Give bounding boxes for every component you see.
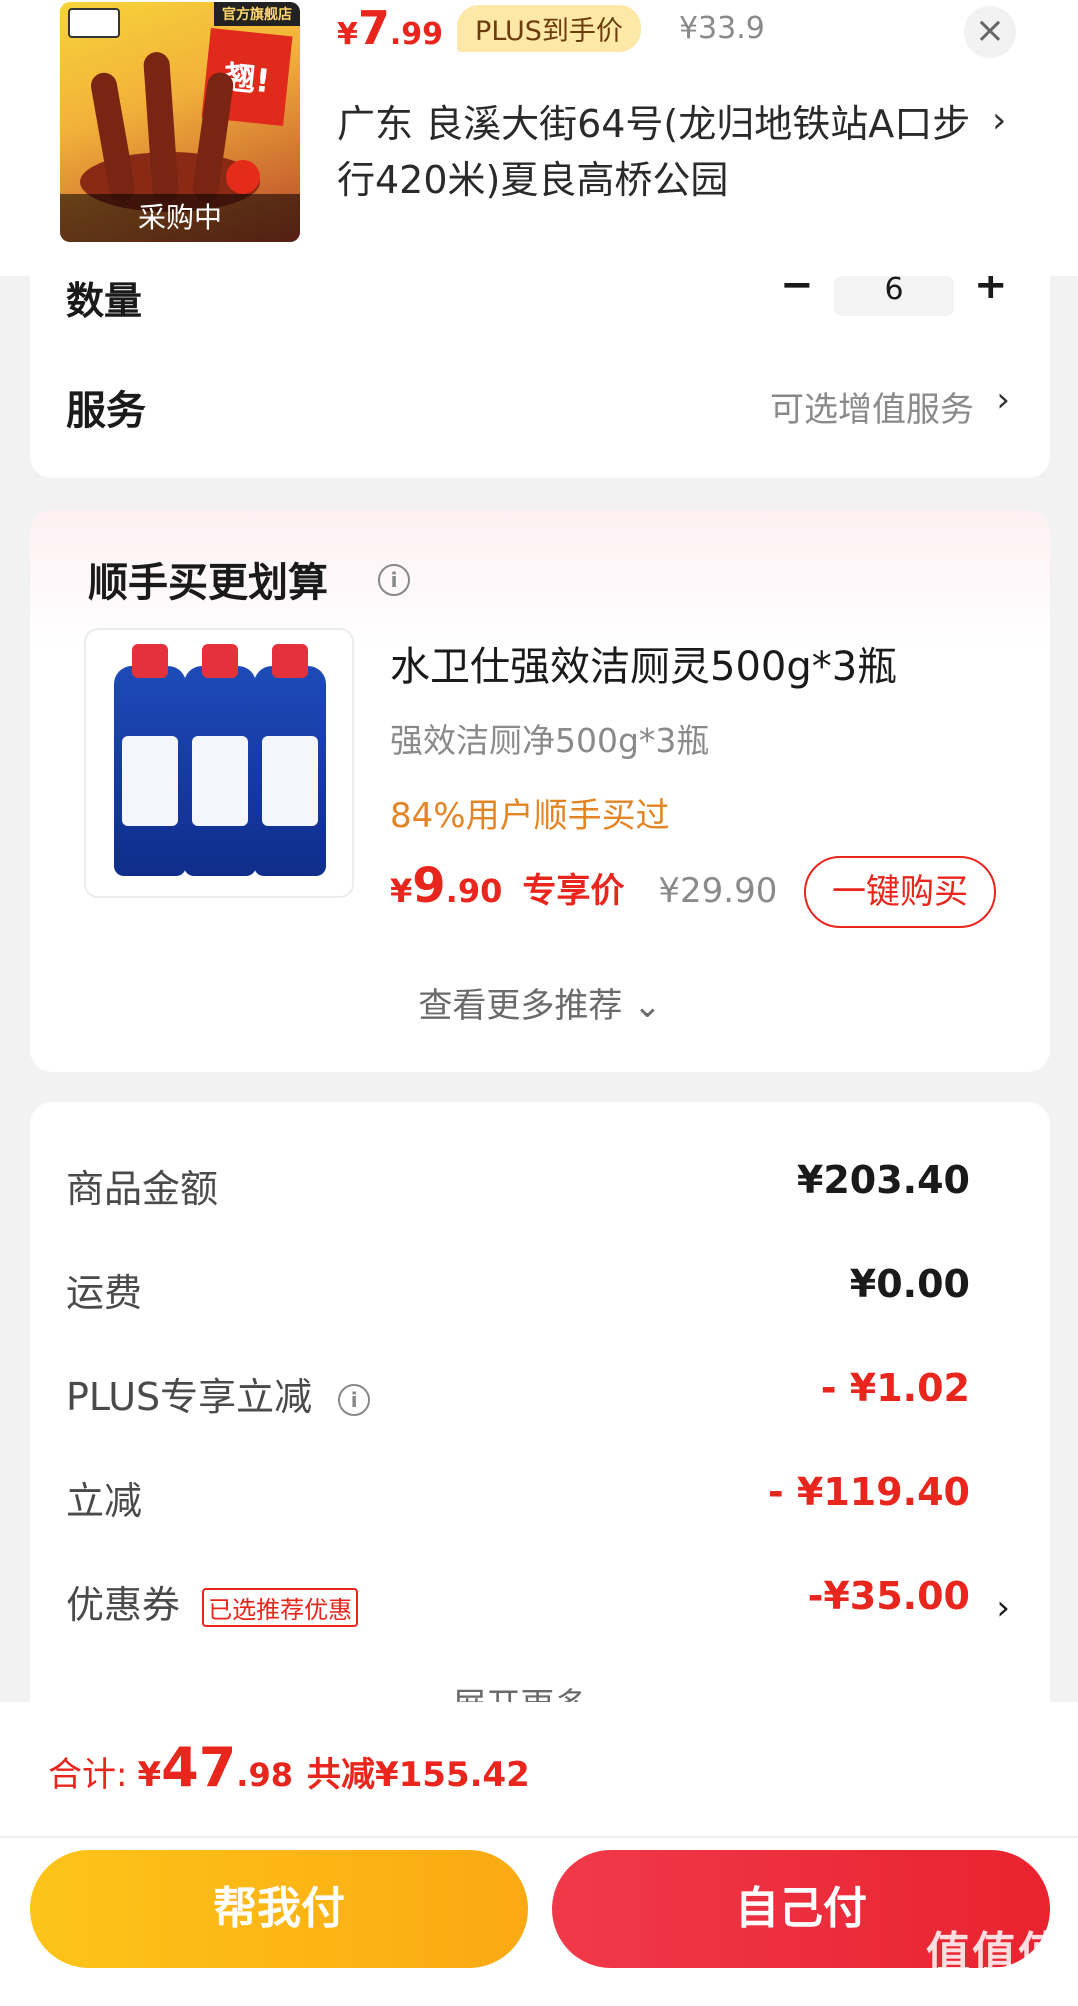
price-integer: 9 [412, 858, 446, 914]
fee-label-text: PLUS专享立减 [66, 1375, 313, 1419]
info-icon[interactable]: i [338, 1383, 371, 1416]
brand-logo [68, 8, 120, 38]
one-click-buy-button[interactable]: 一键购买 [804, 856, 996, 928]
original-price: ¥33.9 [678, 10, 765, 46]
coupon-selected-tag: 已选推荐优惠 [202, 1588, 359, 1627]
fee-row-instant-discount: 立减 - ¥119.40 [66, 1470, 970, 1530]
service-label: 服务 [66, 388, 146, 434]
close-button[interactable]: × [964, 6, 1016, 58]
total-decimal: .98 [236, 1756, 293, 1794]
fee-label: PLUS专享立减 i [66, 1366, 371, 1421]
bottle-shape [254, 644, 326, 876]
checkout-bar: 合计: ¥ 47 .98 共减¥155.42 帮我付 自己付 值值值 zhizh… [0, 1702, 1078, 2006]
info-icon[interactable]: i [378, 564, 410, 596]
delivery-address[interactable]: 广东 良溪大街64号(龙归地铁站A口步行420米)夏良高桥公园 [337, 96, 977, 208]
service-value[interactable]: 可选增值服务 [770, 382, 974, 431]
quantity-label: 数量 [66, 279, 143, 323]
fee-label: 商品金额 [66, 1167, 219, 1211]
buying-status-overlay: 采购中 [60, 194, 300, 242]
fee-row-plus-discount: PLUS专享立减 i - ¥1.02 [66, 1366, 970, 1426]
price-breakdown-card: 商品金额 ¥203.40 运费 ¥0.00 PLUS专享立减 i - ¥1.02… [30, 1102, 1050, 1726]
close-icon: × [974, 10, 1006, 51]
help-me-pay-button[interactable]: 帮我付 [30, 1850, 528, 1968]
exclusive-price-tag: 专享价 [522, 871, 625, 911]
recommended-product-subtitle: 强效洁厕净500g*3瓶 [390, 721, 710, 760]
price-decimal: .90 [445, 872, 503, 910]
fee-row-coupon[interactable]: 优惠券 已选推荐优惠 -¥35.00 [66, 1574, 970, 1634]
total-savings: 共减¥155.42 [306, 1755, 530, 1795]
plus-price-badge: PLUS到手价 [457, 4, 641, 52]
total-symbol: ¥ [137, 1755, 162, 1795]
divider [0, 1836, 1078, 1838]
tomato-shape [226, 160, 260, 194]
recommendation-title: 顺手买更划算 i [88, 550, 410, 608]
chevron-right-icon[interactable]: › [996, 380, 1010, 420]
recommended-price-row: ¥ 9 .90 专享价 ¥29.90 [390, 858, 777, 914]
fee-row-subtotal: 商品金额 ¥203.40 [66, 1158, 970, 1218]
total-label: 合计: [48, 1755, 128, 1795]
recommendation-title-text: 顺手买更划算 [88, 560, 328, 606]
purchase-stat: 84%用户顺手买过 [390, 796, 670, 836]
view-more-recommendations[interactable]: 查看更多推荐 ⌄ [30, 978, 1050, 1027]
price-symbol: ¥ [390, 872, 413, 910]
price-symbol: ¥ [337, 17, 358, 52]
recommended-product-name[interactable]: 水卫仕强效洁厕灵500g*3瓶 [390, 634, 897, 692]
fee-value: ¥0.00 [849, 1262, 970, 1306]
quantity-input[interactable]: 6 [834, 275, 954, 316]
fee-value: ¥203.40 [796, 1158, 970, 1202]
official-store-tag: 官方旗舰店 [214, 2, 300, 26]
current-price: ¥ 7 .99 [337, 1, 443, 55]
product-header: 官方旗舰店 翘! 采购中 ¥ 7 .99 PLUS到手价 ¥33.9 × 广东 … [0, 0, 1078, 276]
fee-value: -¥35.00 [807, 1574, 970, 1618]
price-integer: 7 [357, 1, 390, 55]
fee-label: 立减 [66, 1479, 143, 1523]
chevron-right-icon[interactable]: › [992, 100, 1006, 141]
fee-label: 运费 [66, 1271, 143, 1315]
fee-label: 优惠券 已选推荐优惠 [66, 1574, 359, 1629]
bottle-shape [114, 644, 186, 876]
price-decimal: .99 [389, 17, 444, 52]
fee-value: - ¥119.40 [767, 1470, 970, 1514]
header-price-row: ¥ 7 .99 PLUS到手价 ¥33.9 [337, 0, 765, 56]
fee-value: - ¥1.02 [820, 1366, 970, 1410]
watermark: 值值值 zhizhizhi.com [926, 1917, 1064, 2002]
bottle-shape [184, 644, 256, 876]
chevron-right-icon[interactable]: › [996, 1588, 1010, 1628]
recommendation-card: 顺手买更划算 i 水卫仕强效洁厕灵500g*3瓶 强效洁厕净500g*3瓶 84… [30, 510, 1050, 1072]
product-thumbnail[interactable]: 官方旗舰店 翘! 采购中 [60, 2, 300, 242]
fee-row-shipping: 运费 ¥0.00 [66, 1262, 970, 1322]
watermark-url: zhizhizhi.com [934, 1981, 1056, 2002]
total-integer: 47 [161, 1736, 237, 1799]
original-price: ¥29.90 [658, 871, 778, 911]
recommended-product-image[interactable] [84, 628, 354, 898]
fee-label-text: 优惠券 [66, 1583, 181, 1627]
total-summary: 合计: ¥ 47 .98 共减¥155.42 [48, 1736, 530, 1799]
watermark-logo: 值值值 [926, 1928, 1064, 1979]
